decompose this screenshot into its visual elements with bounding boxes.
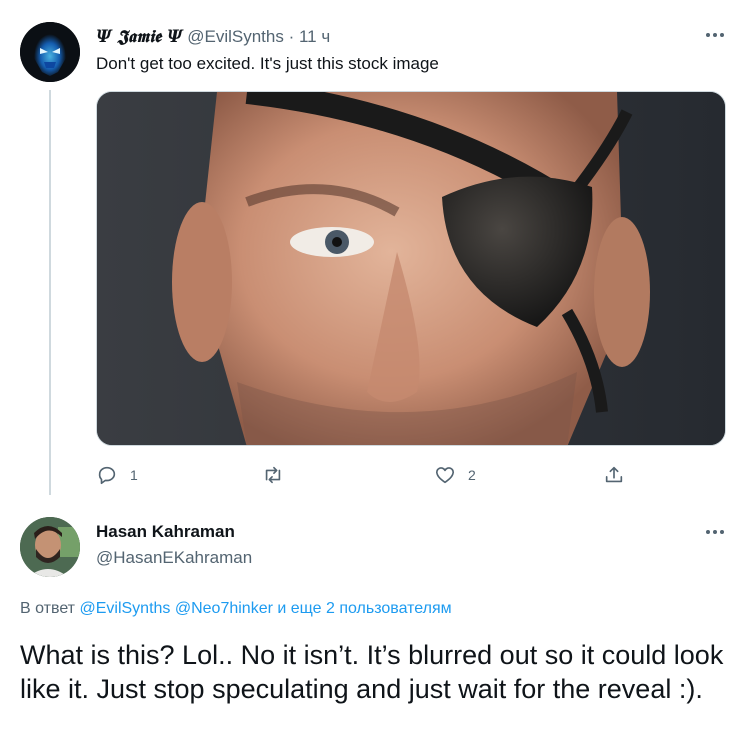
like-count: 2 [468,467,476,483]
retweet-button[interactable] [262,462,284,488]
more-icon[interactable] [700,25,730,45]
avatar[interactable] [20,517,80,577]
tweet-text: What is this? Lol.. No it isn’t. It’s bl… [20,640,724,704]
handle[interactable]: @EvilSynths [187,27,284,46]
mention-link[interactable]: @Neo7hinker [175,600,273,617]
display-name[interactable]: Ψ 𝕵𝖆𝖒𝖎𝖊 Ψ [96,27,182,47]
tweet-header: Ψ 𝕵𝖆𝖒𝖎𝖊 Ψ @EvilSynths · 11 ч [96,26,330,48]
more-icon[interactable] [700,522,730,542]
separator: · [288,27,295,46]
timestamp[interactable]: 11 ч [299,27,330,46]
handle[interactable]: @HasanEKahraman [96,548,252,568]
reply-count: 1 [130,467,138,483]
reply-context: В ответ @EvilSynths @Neo7hinker и еще 2 … [20,600,452,618]
share-icon [605,466,623,483]
reply-icon [98,466,116,485]
avatar[interactable] [20,22,80,82]
display-name[interactable]: Hasan Kahraman [96,522,235,542]
tweet-evilsynths[interactable]: Ψ 𝕵𝖆𝖒𝖎𝖊 Ψ @EvilSynths · 11 ч Don't get t… [0,0,750,500]
others-link[interactable]: и еще 2 пользователям [277,600,451,617]
reply-prefix: В ответ [20,600,76,617]
heart-icon [435,467,455,484]
like-button[interactable]: 2 [434,462,476,488]
tweet-text: Don't get too excited. It's just this st… [96,54,439,73]
reply-button[interactable]: 1 [96,462,138,488]
share-button[interactable] [603,462,625,488]
tweet-image[interactable] [96,91,726,446]
retweet-icon [265,466,281,484]
mention-link[interactable]: @EvilSynths [79,600,170,617]
